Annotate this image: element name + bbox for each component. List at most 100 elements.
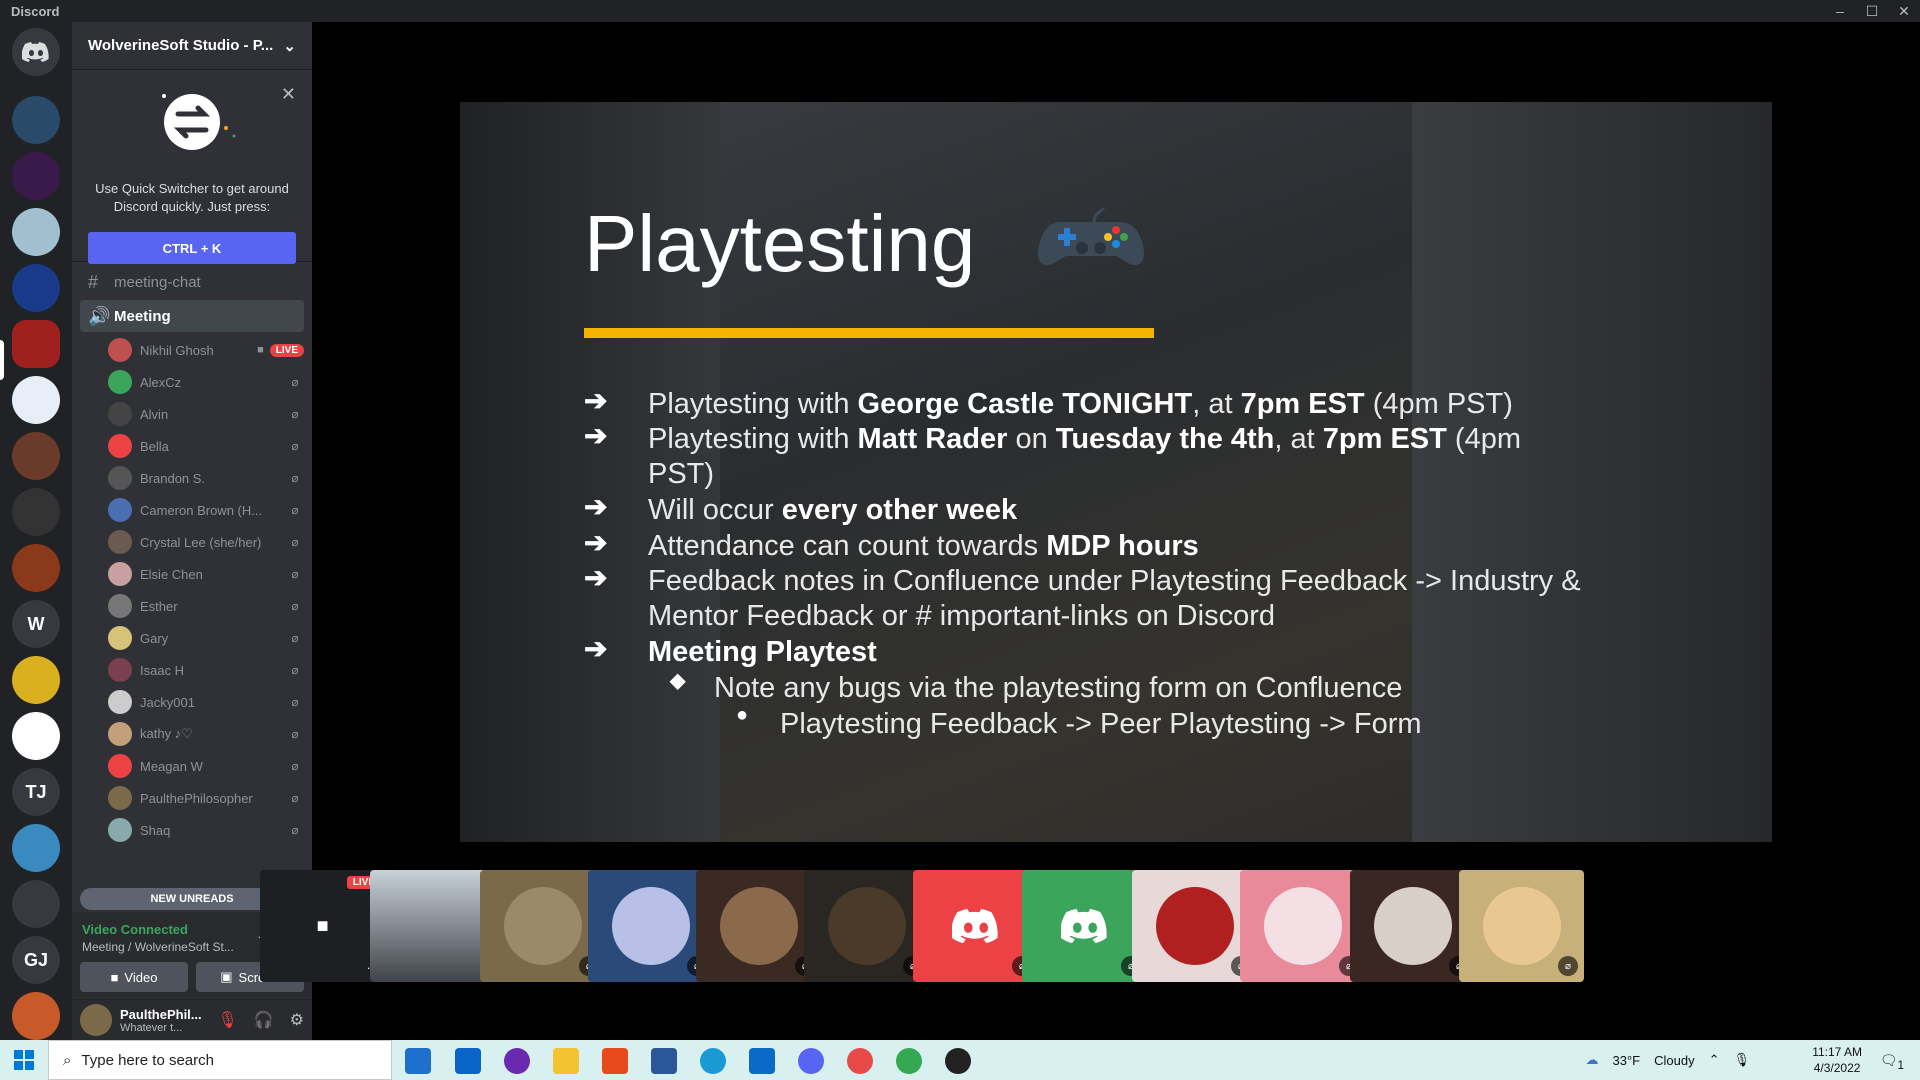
voice-user[interactable]: Shaq ⌀ xyxy=(108,816,304,844)
slide-bullet-line: Playtesting with Matt Rader on Tuesday t… xyxy=(648,421,1521,457)
connection-location[interactable]: Meeting / WolverineSoft St... xyxy=(82,940,242,954)
muted-mic-icon: ⌀ xyxy=(291,599,299,613)
voice-user[interactable]: Bella ⌀ xyxy=(108,432,304,460)
weather-icon[interactable]: ☁ xyxy=(1586,1052,1599,1068)
close-window-button[interactable]: ✕ xyxy=(1888,3,1920,20)
bullet-text: PST) xyxy=(648,458,715,490)
windows-start-icon[interactable] xyxy=(14,1050,34,1070)
server-icon[interactable] xyxy=(12,376,60,424)
quick-switcher-shortcut-button[interactable]: CTRL + K xyxy=(88,232,296,264)
voice-user-name: kathy ♪♡ xyxy=(140,726,193,741)
chevron-up-icon[interactable]: ⌃ xyxy=(1709,1052,1720,1068)
server-icon[interactable] xyxy=(12,992,60,1040)
participant-tile[interactable]: ⌀ xyxy=(1022,870,1147,982)
voice-user-name: Meagan W xyxy=(140,758,203,774)
avatar xyxy=(1482,887,1561,965)
voice-user-name: Isaac H xyxy=(140,662,185,678)
participant-tile[interactable]: ⌀ xyxy=(1132,870,1257,982)
participant-tile[interactable]: ⌀ xyxy=(696,870,821,982)
voice-user[interactable]: Alvin ⌀ xyxy=(108,400,304,428)
participant-tile[interactable]: ⌀ xyxy=(480,870,605,982)
bullet-text: 7pm EST xyxy=(1240,388,1365,420)
server-icon[interactable] xyxy=(12,656,60,704)
voice-user[interactable]: Nikhil Ghosh ■ LIVE xyxy=(108,336,304,364)
microphone-icon[interactable]: 🎙 xyxy=(1733,1052,1750,1068)
connection-status[interactable]: Video Connected xyxy=(82,922,188,937)
avatar[interactable] xyxy=(80,1004,112,1036)
office-icon[interactable] xyxy=(602,1048,628,1074)
participant-tile[interactable]: ⌀ xyxy=(1459,870,1584,982)
voice-user[interactable]: Cameron Brown (H... ⌀ xyxy=(108,496,304,524)
voice-user[interactable]: Meagan W ⌀ xyxy=(108,752,304,780)
channel-meeting-chat[interactable]: # meeting-chat xyxy=(80,266,304,298)
server-icon[interactable]: TJ xyxy=(12,768,60,816)
avatar xyxy=(108,466,132,490)
close-icon[interactable]: ✕ xyxy=(281,84,296,105)
bullet-text: , at xyxy=(1192,388,1241,420)
voice-user[interactable]: AlexCz ⌀ xyxy=(108,368,304,396)
clock-time: 11:17 AM xyxy=(1812,1045,1862,1059)
participant-tile[interactable]: ⌀ xyxy=(804,870,929,982)
taskbar-search-box[interactable]: ⌕ Type here to search xyxy=(48,1040,392,1080)
server-icon[interactable] xyxy=(12,208,60,256)
participant-video-tile[interactable] xyxy=(370,870,495,982)
server-icon[interactable] xyxy=(12,880,60,928)
taskbar-clock[interactable]: 11:17 AM 4/3/2022 xyxy=(1812,1044,1862,1076)
voice-user-name: Brandon S. xyxy=(140,470,206,486)
gear-icon[interactable]: ⚙ xyxy=(290,1010,304,1030)
headphones-icon[interactable]: 🎧 xyxy=(254,1010,274,1030)
clock-date: 4/3/2022 xyxy=(1813,1061,1861,1075)
server-icon[interactable] xyxy=(12,544,60,592)
server-icon-active[interactable] xyxy=(12,320,60,368)
voice-user[interactable]: Gary ⌀ xyxy=(108,624,304,652)
server-icon[interactable] xyxy=(12,432,60,480)
discord-icon[interactable] xyxy=(798,1048,824,1074)
server-icon[interactable] xyxy=(12,264,60,312)
video-button[interactable]: ■ Video xyxy=(80,962,188,992)
voice-user[interactable]: Esther ⌀ xyxy=(108,592,304,620)
voice-user[interactable]: Isaac H ⌀ xyxy=(108,656,304,684)
discord-home-icon[interactable] xyxy=(12,28,60,76)
mail-icon[interactable] xyxy=(455,1048,481,1074)
minimize-button[interactable]: – xyxy=(1824,3,1856,20)
folder-icon[interactable] xyxy=(553,1048,579,1074)
weather-condition[interactable]: Cloudy xyxy=(1654,1053,1694,1068)
taskbar-app-icon[interactable] xyxy=(504,1048,530,1074)
bullet-text: Feedback notes in Confluence under Playt… xyxy=(648,565,1581,597)
voice-user[interactable]: Elsie Chen ⌀ xyxy=(108,560,304,588)
taskbar-app-icon[interactable] xyxy=(405,1048,431,1074)
guild-header[interactable]: WolverineSoft Studio - P... ⌄ xyxy=(72,22,312,70)
chrome-icon[interactable] xyxy=(896,1048,922,1074)
server-icon[interactable] xyxy=(12,488,60,536)
participant-tile[interactable]: ⌀ xyxy=(588,870,713,982)
channel-meeting-voice[interactable]: 🔊 Meeting xyxy=(80,300,304,332)
shared-screen-slide[interactable]: Playtesting ➔ Playtesting with George Cas… xyxy=(460,102,1772,842)
server-icon[interactable]: W xyxy=(12,600,60,648)
server-icon[interactable] xyxy=(12,712,60,760)
server-icon[interactable]: GJ xyxy=(12,936,60,984)
voice-user[interactable]: kathy ♪♡ ⌀ xyxy=(108,720,304,748)
stream-preview-tile[interactable]: LIVE ■ ... xyxy=(260,870,385,982)
maximize-button[interactable]: ☐ xyxy=(1856,3,1888,20)
notifications-icon[interactable]: 🗨1 xyxy=(1880,1052,1904,1072)
app-title: Discord xyxy=(11,3,60,19)
voice-user[interactable]: Jacky001 ⌀ xyxy=(108,688,304,716)
participant-tile[interactable]: ⌀ xyxy=(1240,870,1365,982)
vscode-icon[interactable] xyxy=(749,1048,775,1074)
mute-mic-icon[interactable]: 🎙 xyxy=(217,1010,237,1030)
muted-mic-icon: ⌀ xyxy=(291,567,299,581)
voice-user[interactable]: PaulthePhilosopher ⌀ xyxy=(108,784,304,812)
participant-tile[interactable]: ⌀ xyxy=(1350,870,1475,982)
taskbar-app-icon[interactable] xyxy=(847,1048,873,1074)
server-icon[interactable] xyxy=(12,152,60,200)
taskbar-app-icon[interactable] xyxy=(945,1048,971,1074)
word-icon[interactable] xyxy=(651,1048,677,1074)
voice-user[interactable]: Brandon S. ⌀ xyxy=(108,464,304,492)
participant-tile[interactable]: ⌀ xyxy=(913,870,1038,982)
server-icon[interactable] xyxy=(12,824,60,872)
channel-label: meeting-chat xyxy=(114,273,201,291)
edge-icon[interactable] xyxy=(700,1048,726,1074)
voice-user[interactable]: Crystal Lee (she/her) ⌀ xyxy=(108,528,304,556)
weather-temp[interactable]: 33°F xyxy=(1613,1053,1641,1068)
server-icon[interactable] xyxy=(12,96,60,144)
